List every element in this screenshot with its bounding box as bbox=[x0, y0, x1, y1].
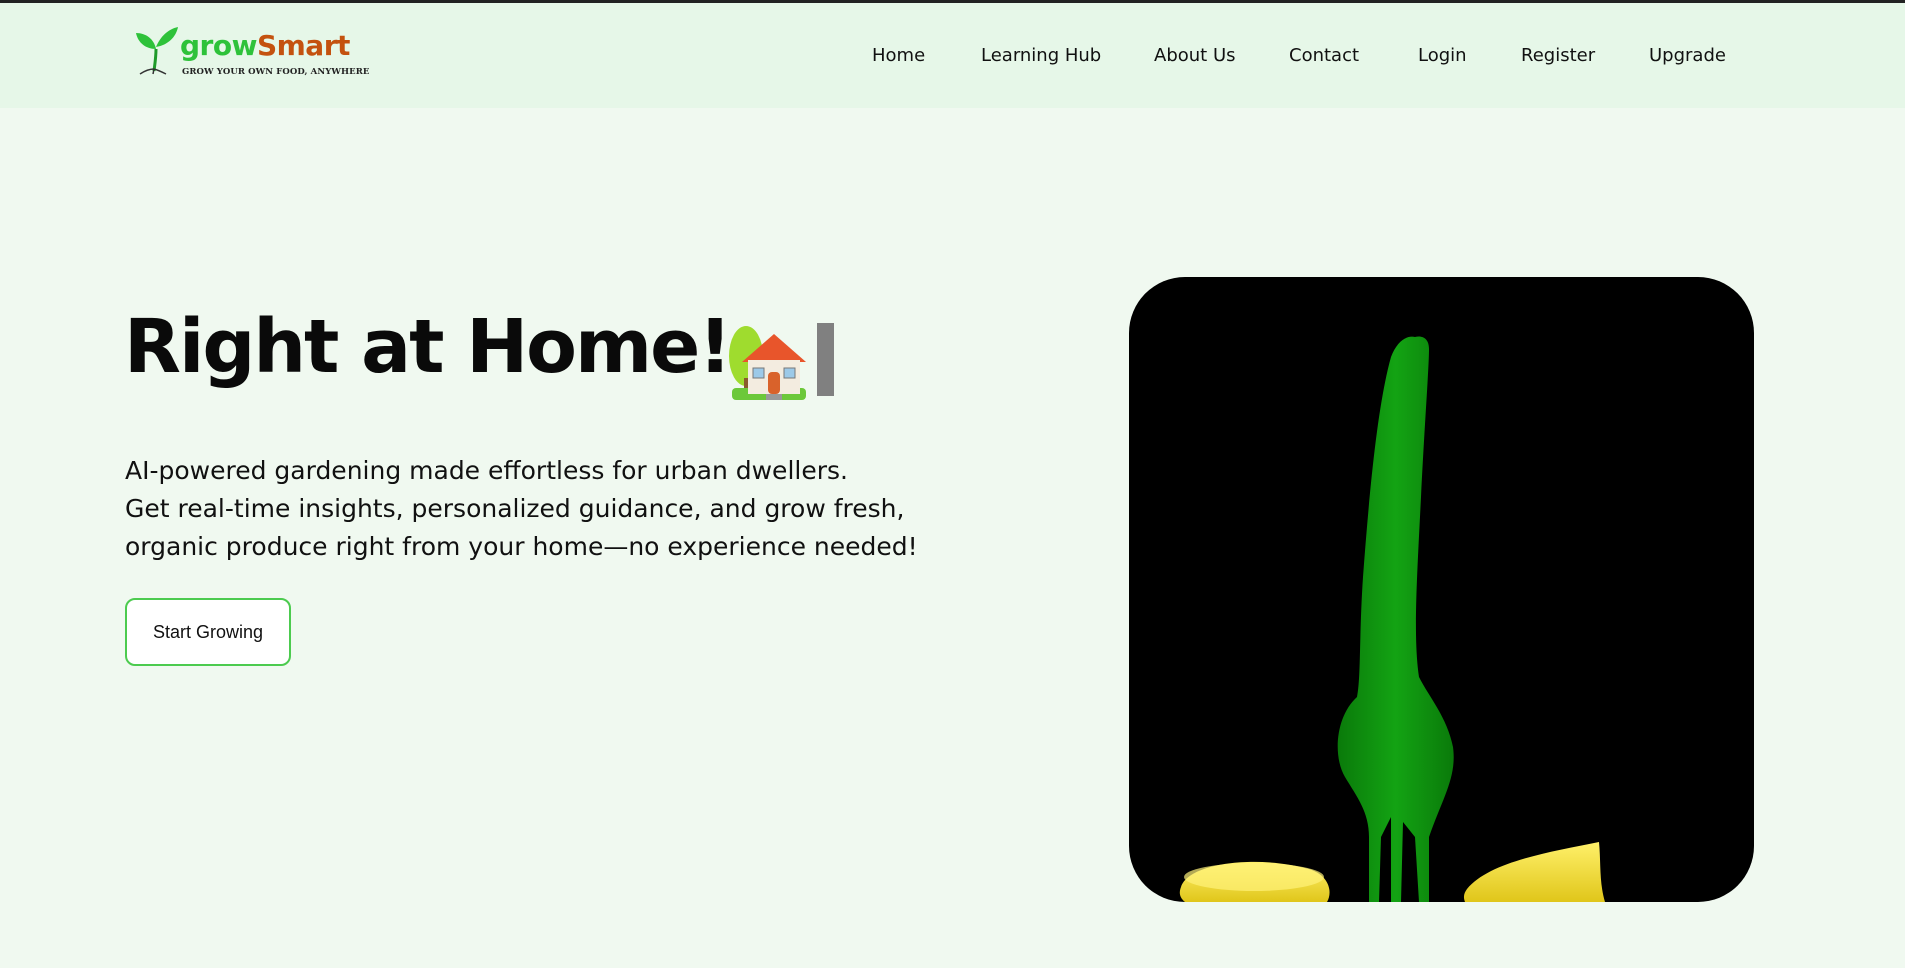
hero-description: AI-powered gardening made effortless for… bbox=[125, 452, 985, 566]
hero-description-line: AI-powered gardening made effortless for… bbox=[125, 456, 848, 485]
house-icon bbox=[729, 326, 806, 400]
brand-name: growSmart bbox=[180, 29, 350, 62]
hero-title: Right at Home! bbox=[124, 304, 732, 390]
nav-about-us[interactable]: About Us bbox=[1154, 45, 1236, 66]
nav-login[interactable]: Login bbox=[1418, 45, 1467, 66]
hero-media bbox=[1129, 277, 1754, 902]
brand-name-smart: Smart bbox=[256, 29, 350, 62]
start-growing-button[interactable]: Start Growing bbox=[125, 598, 291, 666]
brand-logo[interactable]: growSmart GROW YOUR OWN FOOD, ANYWHERE bbox=[134, 25, 374, 85]
typing-cursor bbox=[817, 323, 834, 396]
nav-register[interactable]: Register bbox=[1521, 45, 1595, 66]
hero-description-line: Get real-time insights, personalized gui… bbox=[125, 494, 905, 523]
brand-tagline: GROW YOUR OWN FOOD, ANYWHERE bbox=[182, 67, 370, 77]
brand-name-grow: grow bbox=[180, 29, 257, 62]
hero-description-line: organic produce right from your home—no … bbox=[125, 532, 918, 561]
nav-contact[interactable]: Contact bbox=[1289, 45, 1359, 66]
fork-and-lemon-illustration bbox=[1179, 336, 1605, 902]
sprout-icon bbox=[136, 27, 178, 75]
nav-upgrade[interactable]: Upgrade bbox=[1649, 45, 1726, 66]
navbar: growSmart GROW YOUR OWN FOOD, ANYWHERE H… bbox=[0, 3, 1905, 108]
nav-learning-hub[interactable]: Learning Hub bbox=[981, 45, 1101, 66]
nav-home[interactable]: Home bbox=[872, 45, 925, 66]
